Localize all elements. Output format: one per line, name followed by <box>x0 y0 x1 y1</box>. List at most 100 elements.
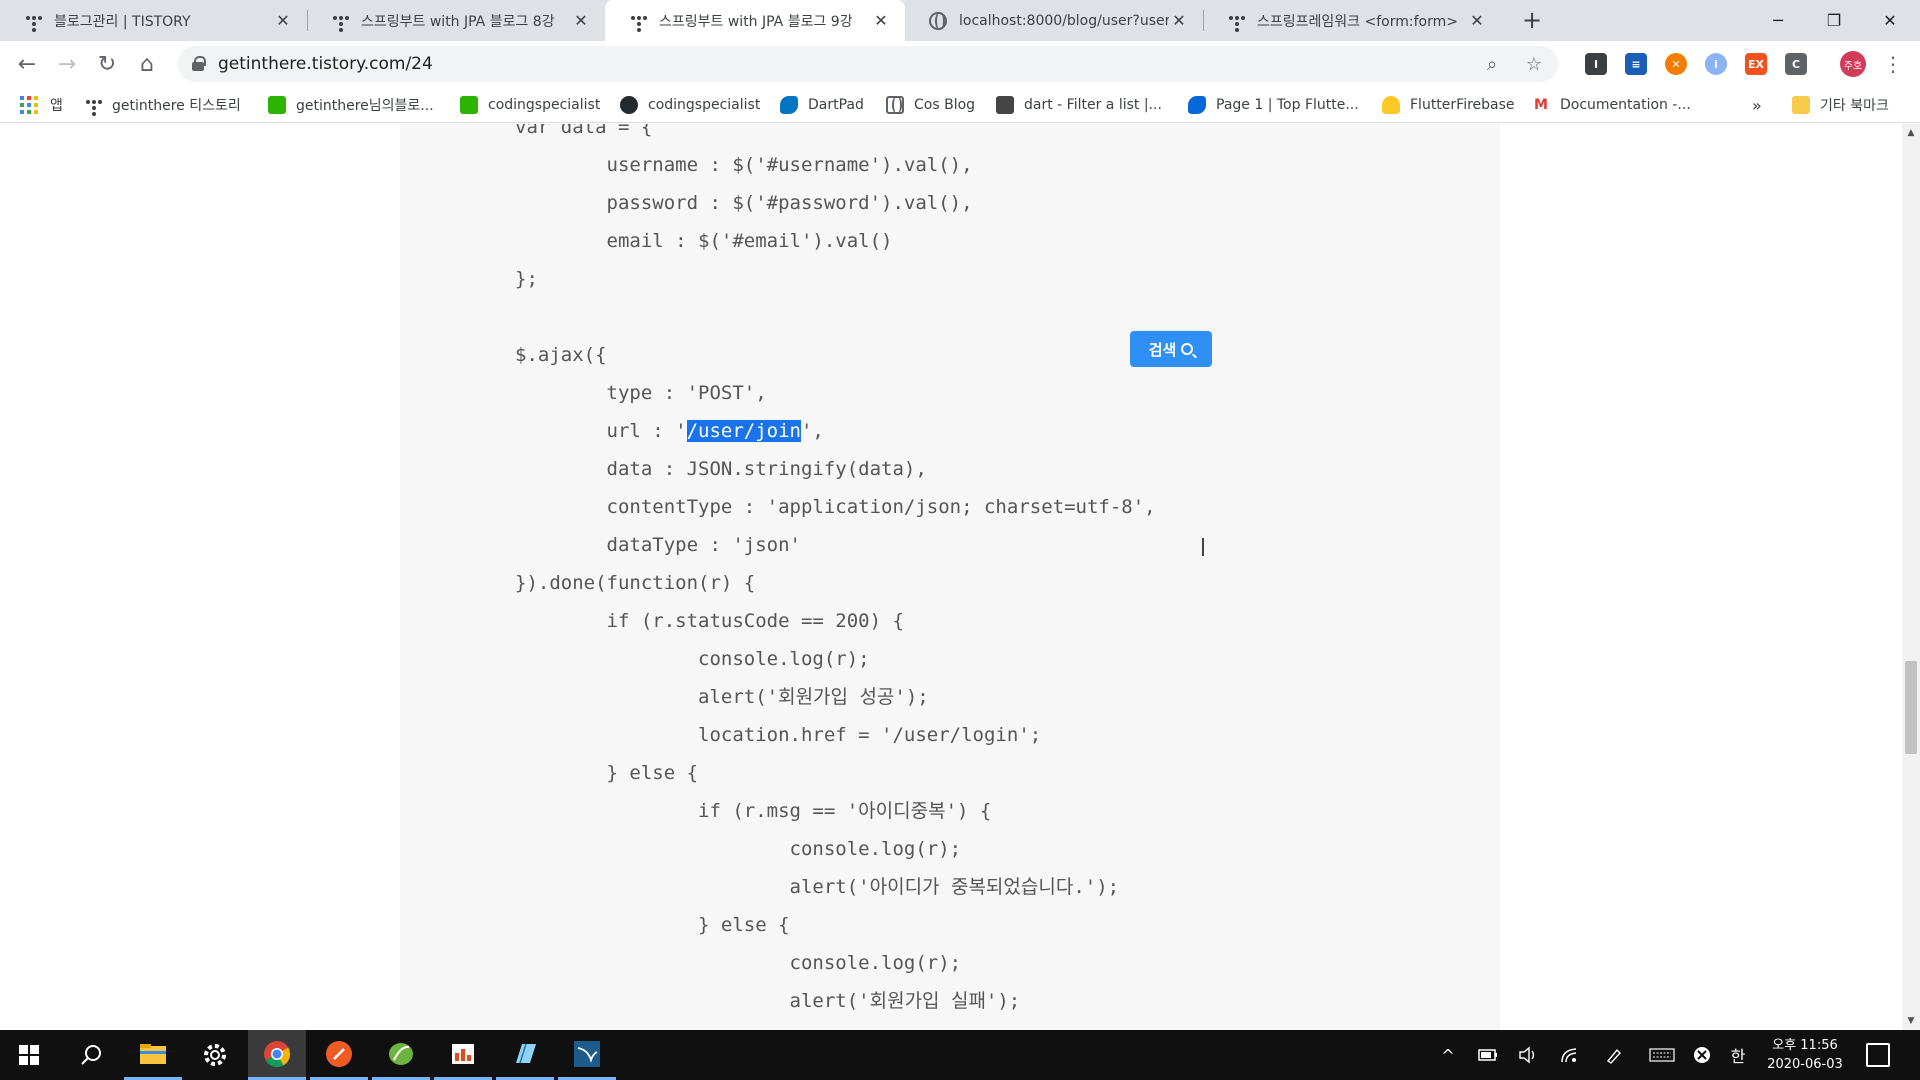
extension-ex-icon[interactable]: EX <box>1745 53 1767 75</box>
search-icon <box>1181 343 1194 355</box>
ime-mode-icon[interactable] <box>1684 1030 1720 1080</box>
folder-icon <box>1792 96 1810 114</box>
bookmark-star-icon[interactable]: ☆ <box>1516 46 1552 82</box>
pen-icon[interactable] <box>1596 1030 1632 1080</box>
new-tab-button[interactable]: + <box>1518 6 1546 34</box>
keyboard-icon[interactable] <box>1644 1030 1680 1080</box>
text-cursor <box>1202 538 1204 556</box>
bookmark-documentation[interactable]: M Documentation -... <box>1532 94 1691 116</box>
file-explorer-icon[interactable] <box>124 1030 182 1080</box>
extension-translate-icon[interactable]: ≡ <box>1625 53 1647 75</box>
page-viewport[interactable]: var data = { username : $('#username').v… <box>0 124 1902 1030</box>
flutter-icon <box>1188 96 1206 114</box>
restore-button[interactable]: ❐ <box>1806 0 1862 41</box>
bookmarks-overflow-chevron-icon[interactable]: » <box>1752 94 1762 116</box>
browser-toolbar: ← → ↻ ⌂ getinthere.tistory.com/24 ⌕ ☆ I … <box>0 41 1920 87</box>
back-button[interactable]: ← <box>11 48 43 80</box>
clock-time: 오후 11:56 <box>1772 1038 1838 1053</box>
ime-language[interactable]: 한 <box>1720 1030 1756 1080</box>
bookmark-label: 앱 <box>50 98 63 114</box>
code-line: url : '/user/join', <box>515 420 824 442</box>
search-button[interactable]: 검색 <box>1130 331 1212 367</box>
search-icon[interactable] <box>62 1030 120 1080</box>
bookmark-getinthere-tistory[interactable]: getinthere 티스토리 <box>84 94 241 116</box>
bookmark-apps[interactable]: 앱 <box>20 94 63 116</box>
system-clock[interactable]: 오후 11:56 2020-06-03 <box>1760 1036 1850 1074</box>
spring-tools-icon[interactable] <box>372 1030 430 1080</box>
selected-text[interactable]: /user/join <box>686 420 801 442</box>
notification-center-icon[interactable] <box>1866 1043 1890 1067</box>
bookmark-other-folder[interactable]: 기타 북마크 <box>1792 94 1889 116</box>
apps-icon <box>20 96 38 114</box>
code-line: location.href = '/user/login'; <box>515 724 1042 746</box>
extension-reader-icon[interactable]: I <box>1585 53 1607 75</box>
mysql-workbench-icon[interactable] <box>558 1030 616 1080</box>
bookmark-dart-filter[interactable]: dart - Filter a list |... <box>996 94 1162 116</box>
dart-icon <box>780 96 798 114</box>
bookmark-label: 기타 북마크 <box>1820 98 1889 114</box>
tray-chevron-up-icon[interactable]: ^ <box>1430 1030 1466 1080</box>
close-icon[interactable]: ✕ <box>1169 11 1189 31</box>
code-line: var data = { <box>515 124 653 138</box>
profile-avatar[interactable]: 주호 <box>1840 51 1866 77</box>
tab-title: 블로그관리 | TISTORY <box>54 13 191 30</box>
address-bar[interactable]: getinthere.tistory.com/24 ⌕ ☆ <box>178 46 1558 82</box>
code-line: password : $('#password').val(), <box>515 192 973 214</box>
code-line: }; <box>515 268 538 290</box>
home-button[interactable]: ⌂ <box>131 48 163 80</box>
close-window-button[interactable]: ✕ <box>1862 0 1918 41</box>
minimize-button[interactable]: ─ <box>1750 0 1806 41</box>
battery-icon[interactable] <box>1470 1030 1506 1080</box>
lock-icon[interactable] <box>192 56 206 71</box>
postman-icon[interactable] <box>310 1030 368 1080</box>
office-icon[interactable] <box>434 1030 492 1080</box>
tab-lecture-9[interactable]: 스프링부트 with JPA 블로그 9강 ✕ <box>605 0 905 41</box>
close-icon[interactable]: ✕ <box>571 11 591 31</box>
code-line: data : JSON.stringify(data), <box>515 458 927 480</box>
tab-tistory-admin[interactable]: 블로그관리 | TISTORY ✕ <box>0 0 307 41</box>
url-text[interactable]: getinthere.tistory.com/24 <box>218 54 433 74</box>
vertical-scrollbar[interactable]: ▲ ▼ <box>1902 124 1920 1030</box>
extension-orange-icon[interactable]: ✕ <box>1665 53 1687 75</box>
tistory-icon <box>84 96 102 116</box>
network-wifi-icon[interactable] <box>1552 1030 1588 1080</box>
scroll-down-arrow-icon[interactable]: ▼ <box>1902 1012 1920 1030</box>
bookmark-label: codingspecialist <box>648 97 761 113</box>
settings-icon[interactable] <box>186 1030 244 1080</box>
bookmark-dartpad[interactable]: DartPad <box>780 94 864 116</box>
notepad-icon[interactable] <box>496 1030 554 1080</box>
bookmark-flutterfirebase[interactable]: FlutterFirebase <box>1382 94 1515 116</box>
docs-icon: M <box>1534 97 1548 113</box>
code-line: } else { <box>515 914 790 936</box>
volume-icon[interactable] <box>1510 1030 1546 1080</box>
tab-strip: 블로그관리 | TISTORY ✕ 스프링부트 with JPA 블로그 8강 … <box>0 0 1920 41</box>
scroll-thumb[interactable] <box>1905 661 1917 754</box>
bookmark-cos-blog[interactable]: Cos Blog <box>886 94 975 116</box>
code-line: console.log(r); <box>515 648 870 670</box>
bookmark-codingspecialist-github[interactable]: codingspecialist <box>620 94 760 116</box>
extension-c-icon[interactable]: C <box>1785 53 1807 75</box>
bookmark-label: Cos Blog <box>914 97 976 113</box>
bookmark-codingspecialist-blog[interactable]: codingspecialist <box>460 94 600 116</box>
close-icon[interactable]: ✕ <box>273 11 293 31</box>
forward-button[interactable]: → <box>51 48 83 80</box>
reload-button[interactable]: ↻ <box>91 48 123 80</box>
close-icon[interactable]: ✕ <box>1467 11 1487 31</box>
tab-localhost[interactable]: localhost:8000/blog/user?usern ✕ <box>905 0 1203 41</box>
bookmark-label: FlutterFirebase <box>1410 97 1515 113</box>
zoom-icon[interactable]: ⌕ <box>1474 46 1510 82</box>
bookmark-getinthere-blog[interactable]: getinthere님의블로... <box>268 94 434 116</box>
start-icon[interactable] <box>0 1030 58 1080</box>
code-line: if (r.msg == '아이디중복') { <box>515 800 992 822</box>
github-icon <box>620 96 638 114</box>
bookmark-top-flutter[interactable]: Page 1 | Top Flutte... <box>1188 94 1359 116</box>
tab-lecture-8[interactable]: 스프링부트 with JPA 블로그 8강 ✕ <box>307 0 605 41</box>
close-icon[interactable]: ✕ <box>871 11 891 31</box>
menu-kebab-icon[interactable]: ⋮ <box>1880 51 1906 77</box>
extension-blue-icon[interactable]: i <box>1705 53 1727 75</box>
chrome-icon[interactable] <box>248 1030 306 1080</box>
globe-icon <box>929 11 947 30</box>
scroll-up-arrow-icon[interactable]: ▲ <box>1902 124 1920 142</box>
tistory-icon <box>24 12 42 32</box>
tab-spring-form[interactable]: 스프링프레임워크 <form:form> ✕ <box>1203 0 1501 41</box>
